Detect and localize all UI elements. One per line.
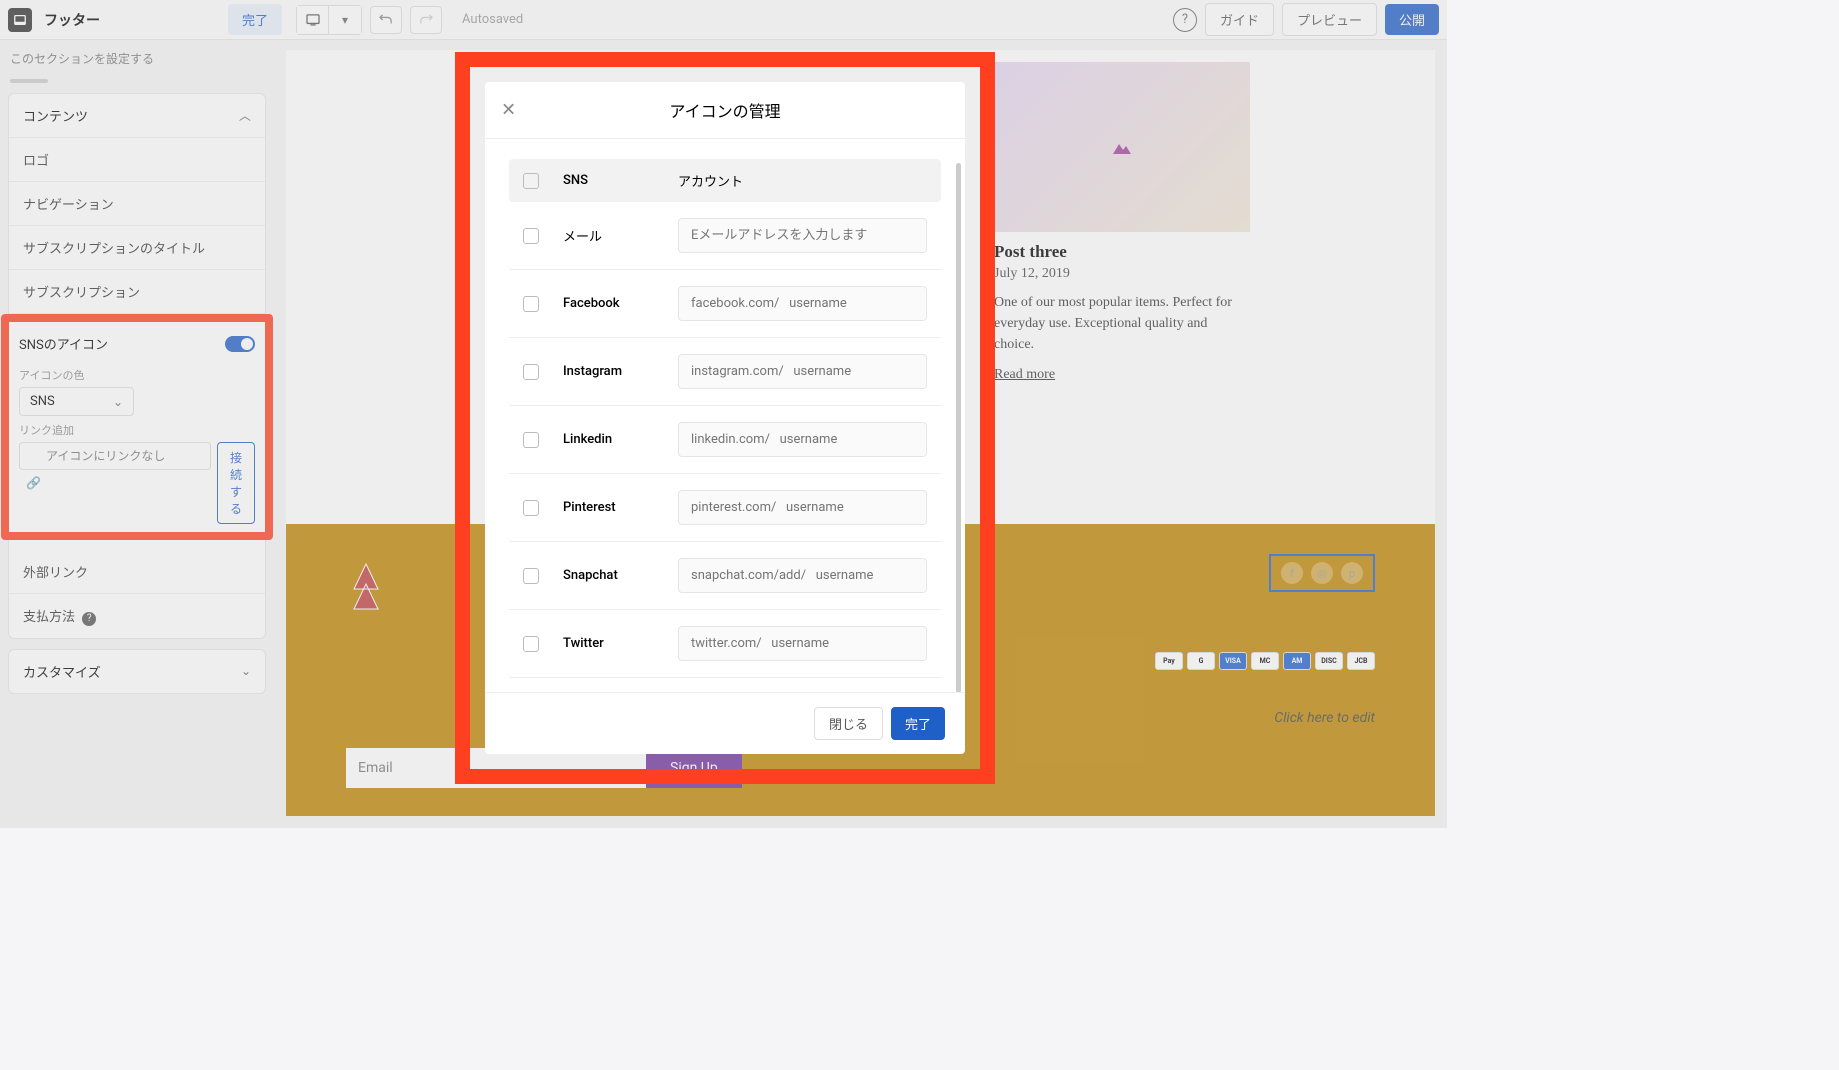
sns-row: Snapchat xyxy=(509,542,941,610)
sns-rows: メール Facebook Instagram Linkedin Pinterest Sna… xyxy=(509,202,941,678)
sns-checkbox[interactable] xyxy=(523,296,539,312)
sns-account-input[interactable] xyxy=(678,558,927,593)
icon-manage-modal: ✕ アイコンの管理 SNS アカウント メール Facebook Instagram… xyxy=(485,82,965,754)
sns-name: Snapchat xyxy=(563,568,678,583)
sns-row: Twitter xyxy=(509,610,941,678)
col-sns-header: SNS xyxy=(563,173,678,188)
sns-row: Pinterest xyxy=(509,474,941,542)
sns-name: Instagram xyxy=(563,364,678,379)
modal-done-button[interactable]: 完了 xyxy=(891,707,945,740)
close-icon[interactable]: ✕ xyxy=(501,100,516,121)
scrollbar[interactable] xyxy=(956,163,961,692)
sns-account-input[interactable] xyxy=(678,626,927,661)
sns-name: Linkedin xyxy=(563,432,678,447)
sns-checkbox[interactable] xyxy=(523,364,539,380)
sns-table-header: SNS アカウント xyxy=(509,159,941,202)
sns-account-input[interactable] xyxy=(678,286,927,321)
modal-header: ✕ アイコンの管理 xyxy=(485,82,965,139)
sns-checkbox[interactable] xyxy=(523,500,539,516)
sns-row: Instagram xyxy=(509,338,941,406)
sns-account-input[interactable] xyxy=(678,490,927,525)
modal-close-button[interactable]: 閉じる xyxy=(814,707,883,740)
sns-name: メール xyxy=(563,226,678,245)
sns-name: Pinterest xyxy=(563,500,678,515)
modal-body: SNS アカウント メール Facebook Instagram Linkedin Pi… xyxy=(485,139,965,692)
select-all-checkbox[interactable] xyxy=(523,173,539,189)
modal-highlight-frame: ✕ アイコンの管理 SNS アカウント メール Facebook Instagram… xyxy=(455,52,995,784)
sns-row: Facebook xyxy=(509,270,941,338)
sns-account-input[interactable] xyxy=(678,218,927,253)
modal-title: アイコンの管理 xyxy=(669,98,780,122)
col-account-header: アカウント xyxy=(678,171,743,190)
sns-checkbox[interactable] xyxy=(523,636,539,652)
sns-account-input[interactable] xyxy=(678,354,927,389)
sns-name: Facebook xyxy=(563,296,678,311)
sns-checkbox[interactable] xyxy=(523,228,539,244)
sns-name: Twitter xyxy=(563,636,678,651)
modal-footer: 閉じる 完了 xyxy=(485,692,965,754)
sns-row: メール xyxy=(509,202,941,270)
sns-row: Linkedin xyxy=(509,406,941,474)
sns-account-input[interactable] xyxy=(678,422,927,457)
sns-checkbox[interactable] xyxy=(523,432,539,448)
sns-checkbox[interactable] xyxy=(523,568,539,584)
